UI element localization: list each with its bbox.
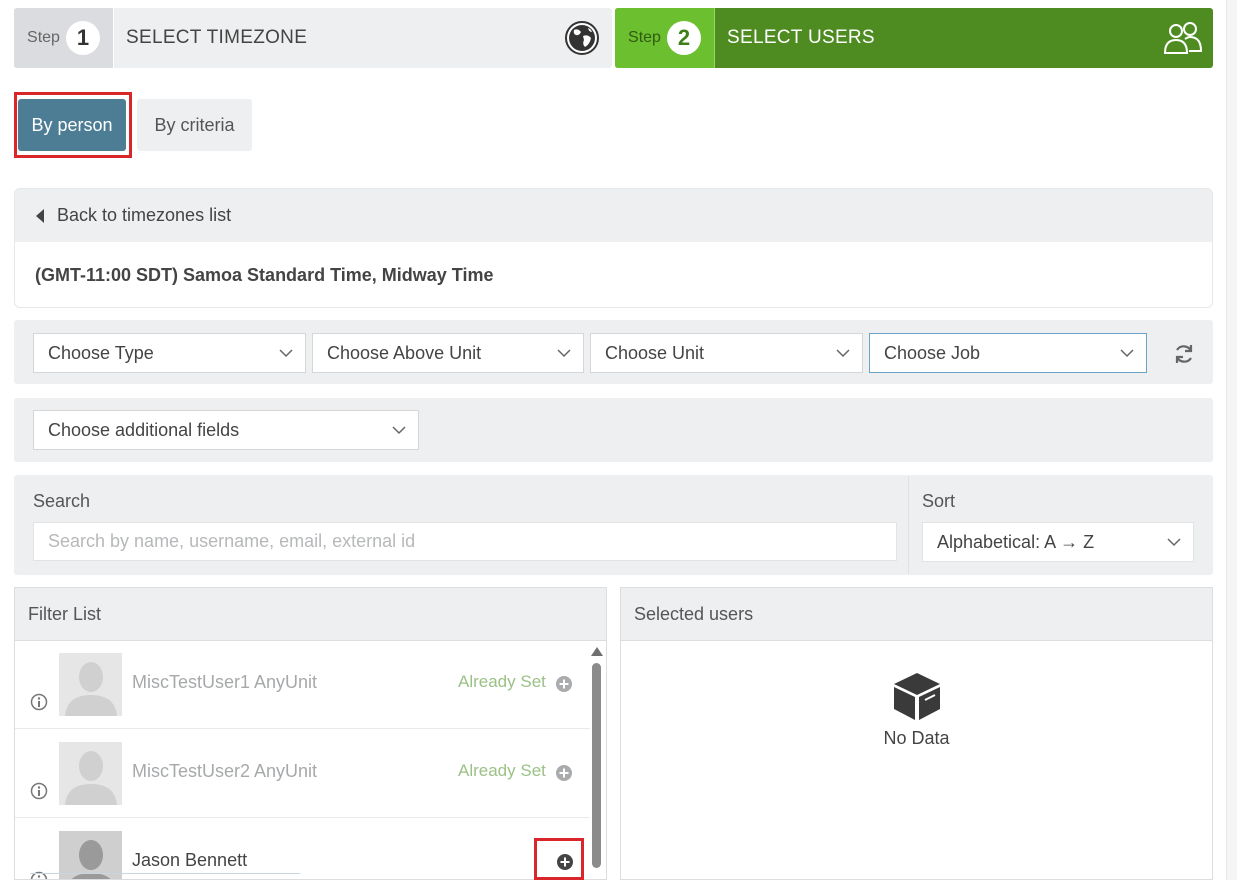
chevron-down-icon xyxy=(1120,349,1134,358)
back-label: Back to timezones list xyxy=(57,205,232,225)
users-icon xyxy=(1153,8,1213,68)
user-name: MiscTestUser2 AnyUnit xyxy=(132,761,318,781)
chevron-down-icon xyxy=(279,349,293,358)
highlight-box xyxy=(534,838,584,880)
step-prefix: Step xyxy=(27,29,60,46)
search-input[interactable] xyxy=(33,522,897,561)
chevron-down-icon xyxy=(836,349,850,358)
selected-timezone-name: (GMT-11:00 SDT) Samoa Standard Time, Mid… xyxy=(35,264,494,285)
choose-additional-fields-dropdown[interactable]: Choose additional fields xyxy=(33,410,419,450)
filter-list-panel: Filter List MiscTestUser1 AnyUnit Alread… xyxy=(14,587,607,880)
step-prefix: Step xyxy=(628,29,661,46)
empty-box-icon xyxy=(893,673,940,720)
divider xyxy=(30,873,300,874)
list-item[interactable]: MiscTestUser1 AnyUnit Already Set xyxy=(15,641,590,729)
step-select-users[interactable]: Step 2 SELECT USERS xyxy=(615,8,1213,68)
chevron-down-icon xyxy=(1167,538,1181,547)
list-item[interactable]: Jason Bennett xyxy=(15,819,590,879)
filter-list-title: Filter List xyxy=(15,588,606,641)
user-name: Jason Bennett xyxy=(132,850,248,870)
step-number: 2 xyxy=(666,21,701,55)
dropdown-value: Choose Type xyxy=(48,342,154,363)
status-badge: Already Set xyxy=(458,761,546,780)
timezone-card: Back to timezones list (GMT-11:00 SDT) S… xyxy=(14,188,1213,308)
dropdown-value: Choose additional fields xyxy=(48,419,240,440)
step-number: 1 xyxy=(65,21,100,55)
step-title: SELECT USERS xyxy=(727,27,875,48)
dropdown-value: Choose Job xyxy=(884,342,981,363)
no-data-text: No Data xyxy=(883,728,950,748)
chevron-down-icon xyxy=(557,349,571,358)
divider xyxy=(908,476,909,574)
info-icon[interactable] xyxy=(30,693,48,711)
empty-state: No Data xyxy=(620,670,1213,749)
selected-users-title: Selected users xyxy=(621,588,1212,641)
add-icon[interactable] xyxy=(555,675,573,693)
info-icon[interactable] xyxy=(30,782,48,800)
by-criteria-tab[interactable]: By criteria xyxy=(137,99,252,151)
scroll-up-arrow-icon[interactable] xyxy=(591,647,603,656)
dropdown-value: Choose Above Unit xyxy=(327,342,482,363)
avatar xyxy=(59,653,122,716)
chevron-down-icon xyxy=(392,426,406,435)
choose-type-dropdown[interactable]: Choose Type xyxy=(33,333,306,373)
step-title: SELECT TIMEZONE xyxy=(126,27,308,48)
page-scrollbar-gutter xyxy=(1226,0,1237,880)
sort-label: Sort xyxy=(922,491,956,511)
globe-icon xyxy=(552,8,612,68)
dropdown-value: Alphabetical: A → Z xyxy=(937,531,1095,552)
highlight-box xyxy=(14,92,132,158)
avatar xyxy=(59,742,122,805)
sort-dropdown[interactable]: Alphabetical: A → Z xyxy=(922,522,1194,562)
step-number-box: Step 1 xyxy=(14,8,114,68)
scrollbar-thumb[interactable] xyxy=(592,663,601,868)
dropdown-value: Choose Unit xyxy=(605,342,705,363)
list-item[interactable]: MiscTestUser2 AnyUnit Already Set xyxy=(15,730,590,818)
add-icon[interactable] xyxy=(555,764,573,782)
step-select-timezone[interactable]: Step 1 SELECT TIMEZONE xyxy=(14,8,612,68)
refresh-icon[interactable] xyxy=(1172,342,1196,366)
user-name: MiscTestUser1 AnyUnit xyxy=(132,672,318,692)
choose-unit-dropdown[interactable]: Choose Unit xyxy=(590,333,863,373)
choose-job-dropdown[interactable]: Choose Job xyxy=(869,333,1147,373)
search-label: Search xyxy=(33,491,91,511)
caret-left-icon xyxy=(36,208,44,223)
choose-above-unit-dropdown[interactable]: Choose Above Unit xyxy=(312,333,584,373)
back-to-timezones-link[interactable]: Back to timezones list xyxy=(15,189,1212,242)
step-number-box: Step 2 xyxy=(615,8,715,68)
status-badge: Already Set xyxy=(458,672,546,691)
